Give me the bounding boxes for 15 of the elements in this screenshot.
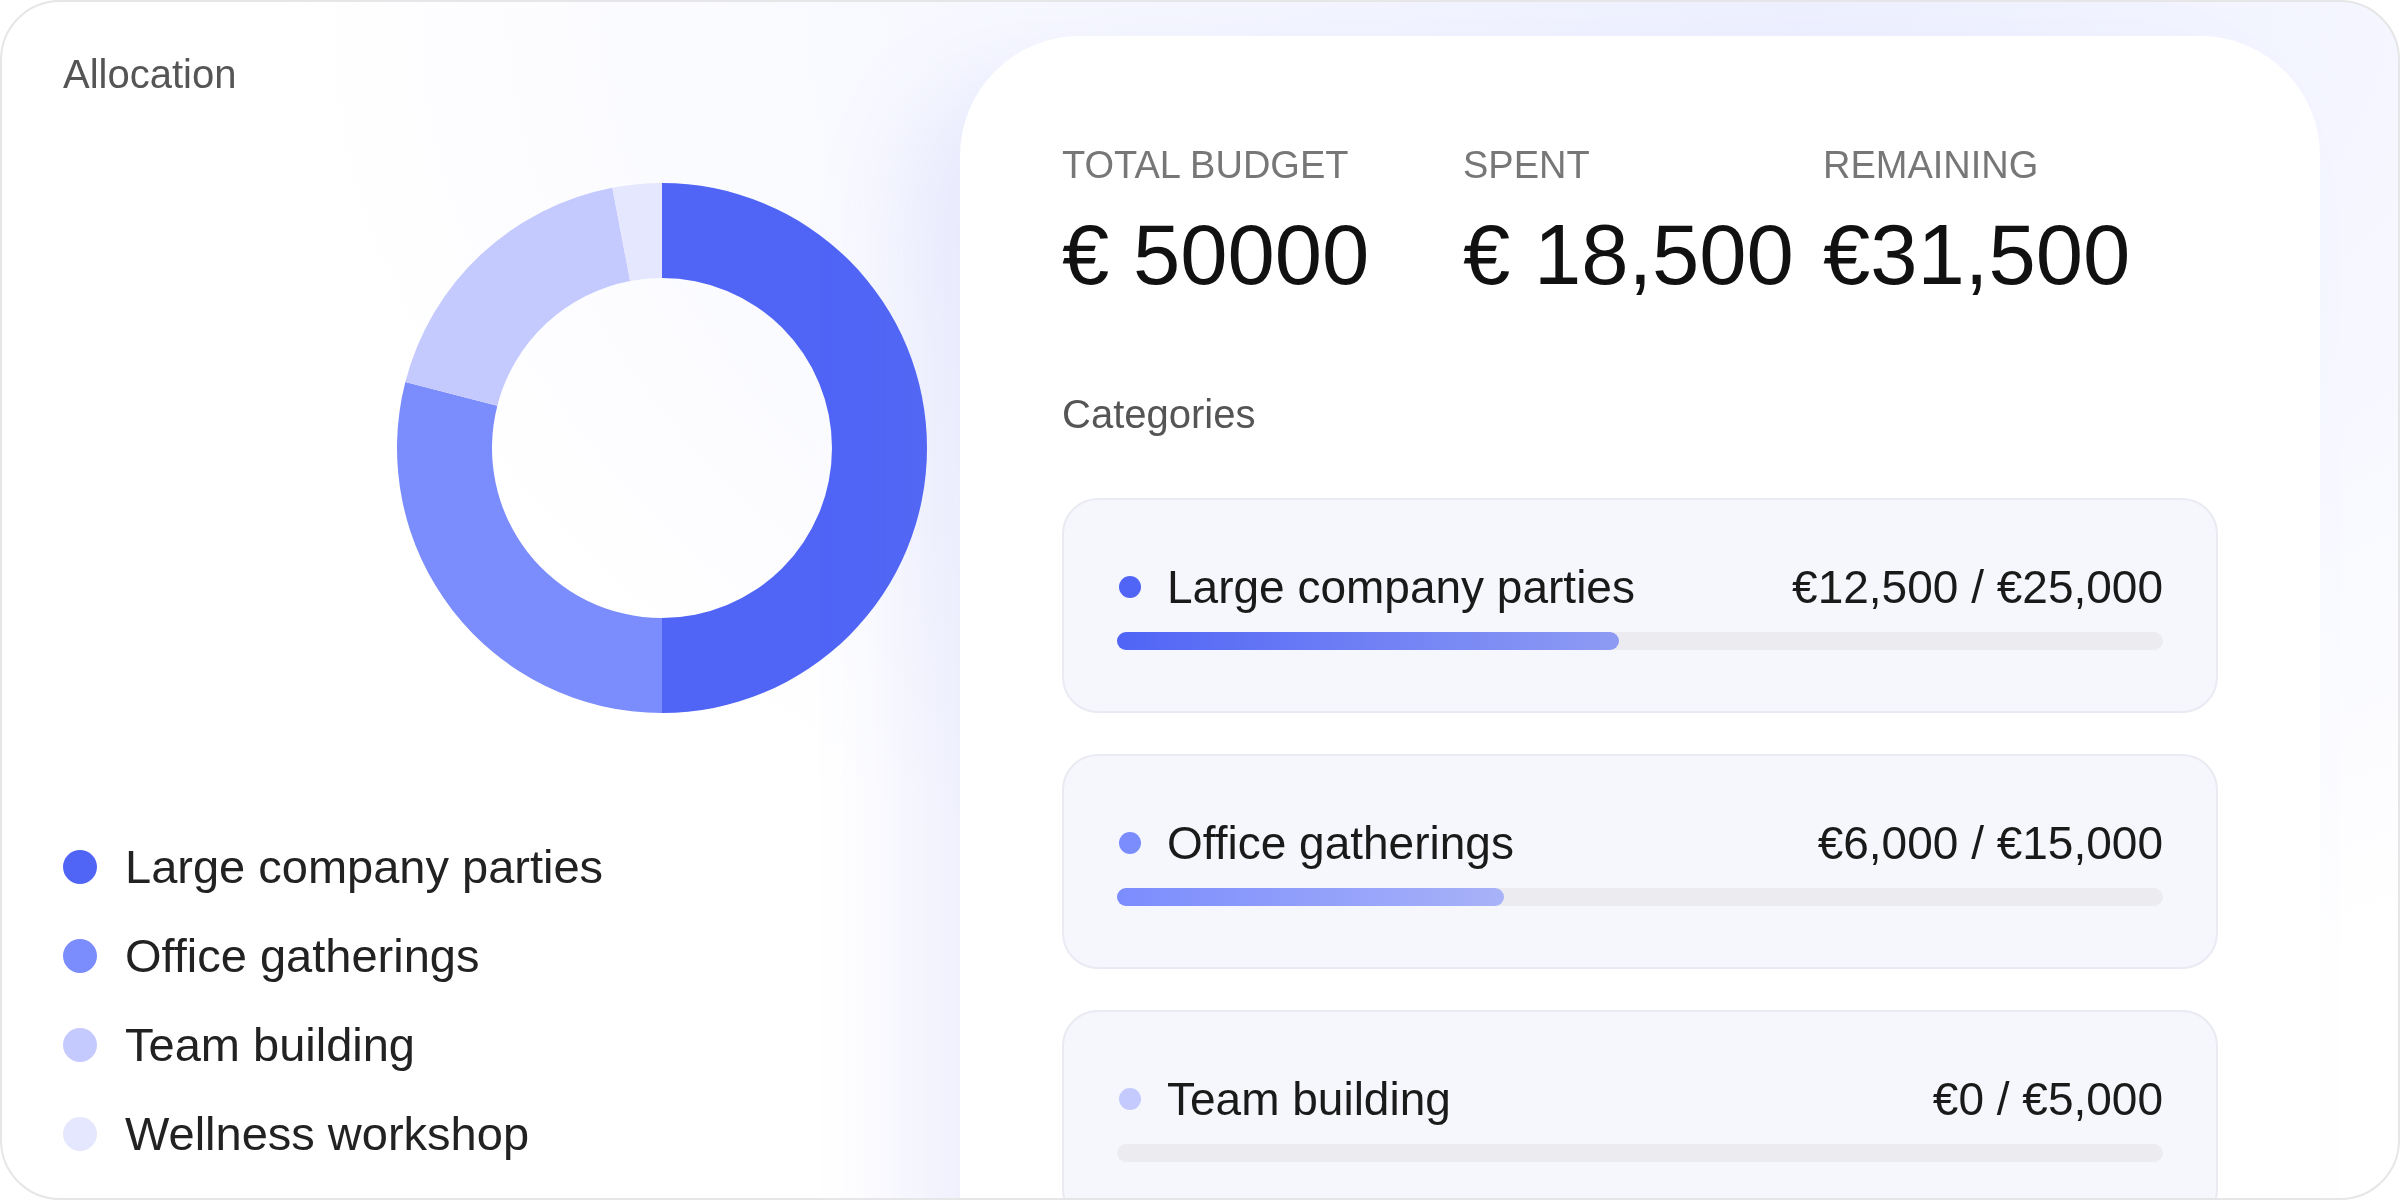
stat-value: €31,500 [1823,207,2132,303]
category-amount: €0 / €5,000 [1932,1076,2163,1122]
stat-label: REMAINING [1823,145,2040,185]
stat-label: TOTAL BUDGET [1062,145,1350,185]
category-amount: €12,500 / €25,000 [1792,564,2163,610]
legend-label: Team building [125,1018,415,1072]
stat-value: € 18,500 [1463,207,1795,303]
legend-label: Large company parties [125,840,604,894]
stat-label: SPENT [1463,145,1591,185]
section-title: Allocation [63,51,238,98]
category-amount: €6,000 / €15,000 [1817,820,2163,866]
legend-label: Wellness workshop [125,1107,530,1161]
stat-value: € 50000 [1062,207,1371,303]
legend-label: Office gatherings [125,929,480,983]
section-title: Categories [1062,391,1257,438]
